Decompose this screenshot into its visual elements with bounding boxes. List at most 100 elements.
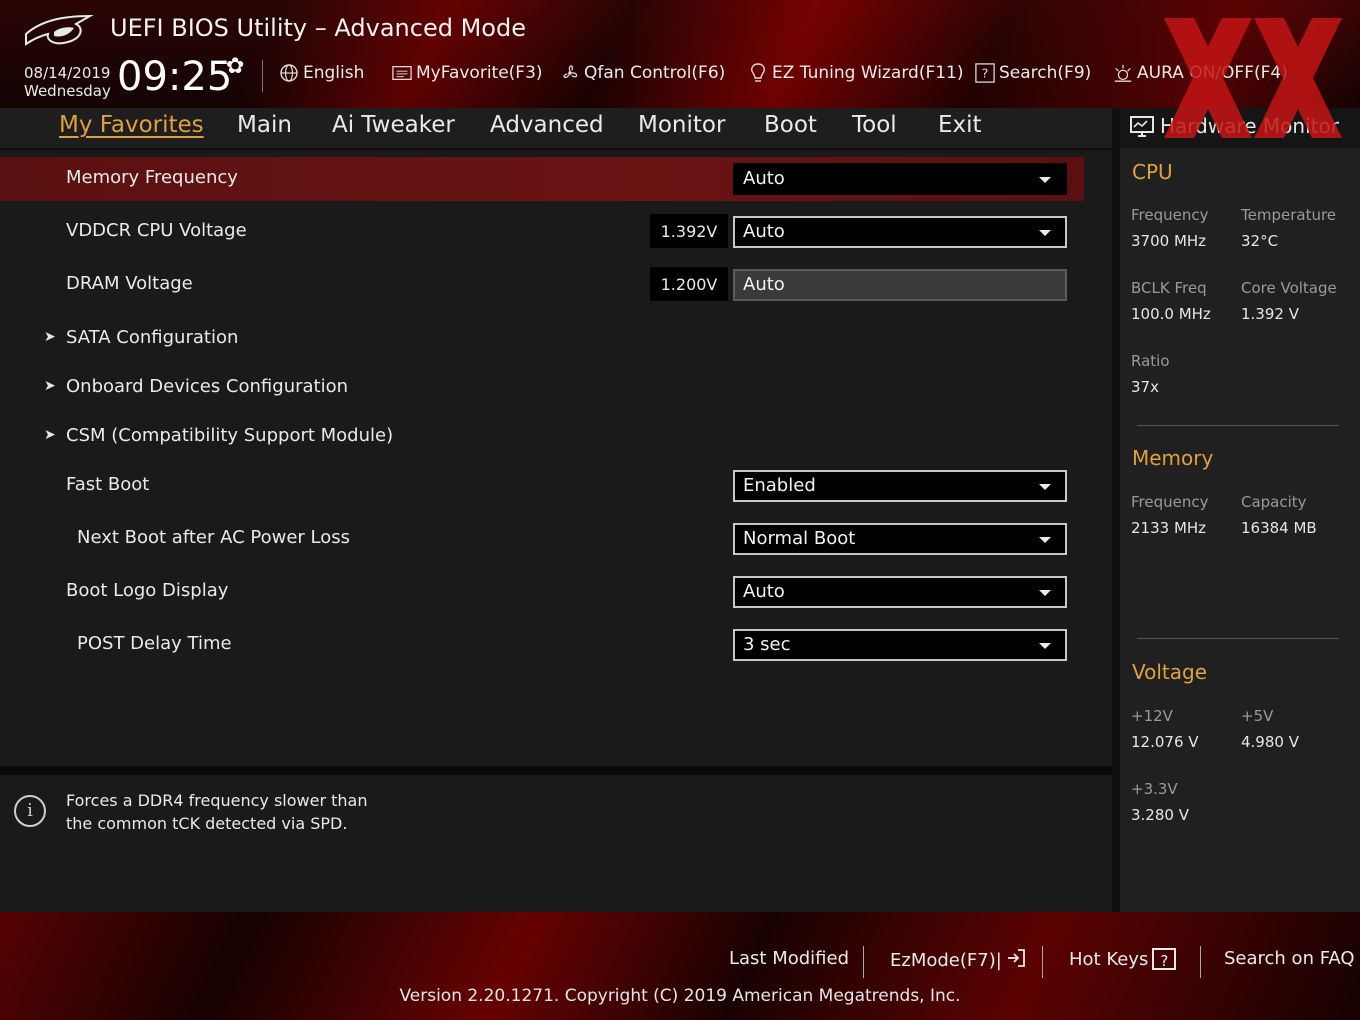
setting-label: Next Boot after AC Power Loss xyxy=(77,527,351,548)
tab-monitor[interactable]: Monitor xyxy=(638,112,725,138)
svg-text:?: ? xyxy=(982,66,989,81)
tab-advanced[interactable]: Advanced xyxy=(490,112,604,138)
boot-logo-dropdown[interactable]: Auto xyxy=(733,576,1067,608)
my-favorite-label: MyFavorite(F3) xyxy=(416,63,543,83)
section-divider xyxy=(1137,638,1339,639)
setting-label: Boot Logo Display xyxy=(66,580,229,601)
input-value: Auto xyxy=(743,274,785,295)
hardware-monitor-header: Hardware Monitor xyxy=(1120,108,1360,148)
my-favorite-button[interactable]: MyFavorite(F3) xyxy=(392,63,543,83)
aura-light-icon xyxy=(1113,63,1133,83)
section-divider xyxy=(1137,425,1339,426)
fast-boot-dropdown[interactable]: Enabled xyxy=(733,470,1067,502)
v12-value: 12.076 V xyxy=(1131,733,1199,751)
last-modified-button[interactable]: Last Modified xyxy=(729,948,849,969)
dropdown-value: 3 sec xyxy=(743,634,791,655)
core-voltage-value: 1.392 V xyxy=(1241,305,1299,323)
submenu-sata-configuration[interactable]: ➤ SATA Configuration xyxy=(0,317,1084,361)
version-text: Version 2.20.1271. Copyright (C) 2019 Am… xyxy=(399,986,961,1006)
aura-label: AURA ON/OFF(F4) xyxy=(1137,63,1288,83)
qfan-control-button[interactable]: Qfan Control(F6) xyxy=(560,63,725,83)
setting-label: Memory Frequency xyxy=(66,167,238,188)
cpu-temperature-label: Temperature xyxy=(1241,206,1337,224)
core-voltage-label: Core Voltage xyxy=(1241,279,1337,297)
chevron-right-icon: ➤ xyxy=(44,329,56,345)
tab-bar: My Favorites Main Ai Tweaker Advanced Mo… xyxy=(0,108,1112,148)
hot-keys-label: Hot Keys xyxy=(1069,948,1149,970)
setting-row-post-delay[interactable]: POST Delay Time 3 sec xyxy=(0,623,1084,667)
search-button[interactable]: ? Search(F9) xyxy=(975,63,1091,83)
submenu-csm[interactable]: ➤ CSM (Compatibility Support Module) xyxy=(0,415,1084,459)
memory-frequency-dropdown[interactable]: Auto xyxy=(733,163,1067,195)
date-display: 08/14/2019 Wednesday xyxy=(24,64,111,100)
chevron-down-icon xyxy=(1039,230,1051,236)
footer-divider xyxy=(1042,946,1043,978)
memory-frequency-value: 2133 MHz xyxy=(1131,519,1207,537)
dram-voltage-reading: 1.200V xyxy=(650,267,728,301)
next-boot-ac-dropdown[interactable]: Normal Boot xyxy=(733,523,1067,555)
vddcr-cpu-voltage-dropdown[interactable]: Auto xyxy=(733,216,1067,248)
v5-value: 4.980 V xyxy=(1241,733,1299,751)
ratio-label: Ratio xyxy=(1131,352,1170,370)
ez-tuning-button[interactable]: EZ Tuning Wizard(F11) xyxy=(748,63,964,83)
setting-row-boot-logo[interactable]: Boot Logo Display Auto xyxy=(0,570,1084,614)
setting-row-memory-frequency[interactable]: Memory Frequency Auto xyxy=(0,157,1084,201)
chevron-down-icon xyxy=(1039,484,1051,490)
tab-tool[interactable]: Tool xyxy=(852,112,897,138)
setting-label: DRAM Voltage xyxy=(66,273,193,294)
aura-button[interactable]: AURA ON/OFF(F4) xyxy=(1113,63,1288,83)
app-title: UEFI BIOS Utility – Advanced Mode xyxy=(110,14,526,42)
chevron-right-icon: ➤ xyxy=(44,378,56,394)
search-on-faq-button[interactable]: Search on FAQ xyxy=(1224,948,1355,969)
setting-row-fast-boot[interactable]: Fast Boot Enabled xyxy=(0,464,1084,508)
list-icon xyxy=(392,63,412,83)
setting-label: VDDCR CPU Voltage xyxy=(66,220,247,241)
dropdown-value: Enabled xyxy=(743,475,816,496)
dram-voltage-input[interactable]: Auto xyxy=(733,269,1067,301)
gear-icon[interactable]: ✿ xyxy=(226,54,244,79)
chevron-down-icon xyxy=(1039,537,1051,543)
setting-row-next-boot-ac[interactable]: Next Boot after AC Power Loss Normal Boo… xyxy=(0,517,1084,561)
submenu-label: SATA Configuration xyxy=(66,327,239,348)
chevron-down-icon xyxy=(1039,590,1051,596)
tab-my-favorites[interactable]: My Favorites xyxy=(59,112,204,138)
chevron-down-icon xyxy=(1039,643,1051,649)
cpu-temperature-value: 32°C xyxy=(1241,232,1279,250)
help-line: the common tCK detected via SPD. xyxy=(66,814,348,833)
help-line: Forces a DDR4 frequency slower than xyxy=(66,791,368,810)
help-panel: i Forces a DDR4 frequency slower than th… xyxy=(0,775,1112,912)
setting-row-dram-voltage[interactable]: DRAM Voltage 1.200V Auto xyxy=(0,263,1084,307)
language-button[interactable]: English xyxy=(279,63,364,83)
post-delay-dropdown[interactable]: 3 sec xyxy=(733,629,1067,661)
tab-exit[interactable]: Exit xyxy=(938,112,982,138)
memory-heading: Memory xyxy=(1132,446,1214,470)
submenu-onboard-devices[interactable]: ➤ Onboard Devices Configuration xyxy=(0,366,1084,410)
tab-ai-tweaker[interactable]: Ai Tweaker xyxy=(332,112,455,138)
header-bar: UEFI BIOS Utility – Advanced Mode 08/14/… xyxy=(0,0,1360,108)
dropdown-value: Auto xyxy=(743,168,785,189)
setting-row-vddcr-cpu-voltage[interactable]: VDDCR CPU Voltage 1.392V Auto xyxy=(0,210,1084,254)
weekday-text: Wednesday xyxy=(24,82,111,100)
hardware-monitor-title: Hardware Monitor xyxy=(1160,114,1339,138)
footer-divider xyxy=(863,946,864,978)
voltage-heading: Voltage xyxy=(1132,660,1208,684)
v5-label: +5V xyxy=(1241,707,1274,725)
footer-bar: Last Modified EzMode(F7)| Hot Keys ? Sea… xyxy=(0,912,1360,1020)
tab-main[interactable]: Main xyxy=(237,112,292,138)
cpu-heading: CPU xyxy=(1132,160,1173,184)
dropdown-value: Auto xyxy=(743,221,785,242)
ezmode-button[interactable]: EzMode(F7)| xyxy=(890,948,1026,973)
globe-icon xyxy=(279,63,299,83)
hardware-monitor-panel: Hardware Monitor CPU Frequency Temperatu… xyxy=(1120,108,1360,912)
info-icon: i xyxy=(14,795,46,827)
date-text: 08/14/2019 xyxy=(24,64,111,82)
bclk-value: 100.0 MHz xyxy=(1131,305,1211,323)
qfan-label: Qfan Control(F6) xyxy=(584,63,726,83)
monitor-icon xyxy=(1130,116,1154,137)
hot-keys-button[interactable]: Hot Keys ? xyxy=(1069,948,1177,970)
v12-label: +12V xyxy=(1131,707,1173,725)
search-label: Search(F9) xyxy=(999,63,1092,83)
setting-label: Fast Boot xyxy=(66,474,150,495)
tab-boot[interactable]: Boot xyxy=(764,112,817,138)
fan-icon xyxy=(560,63,580,83)
